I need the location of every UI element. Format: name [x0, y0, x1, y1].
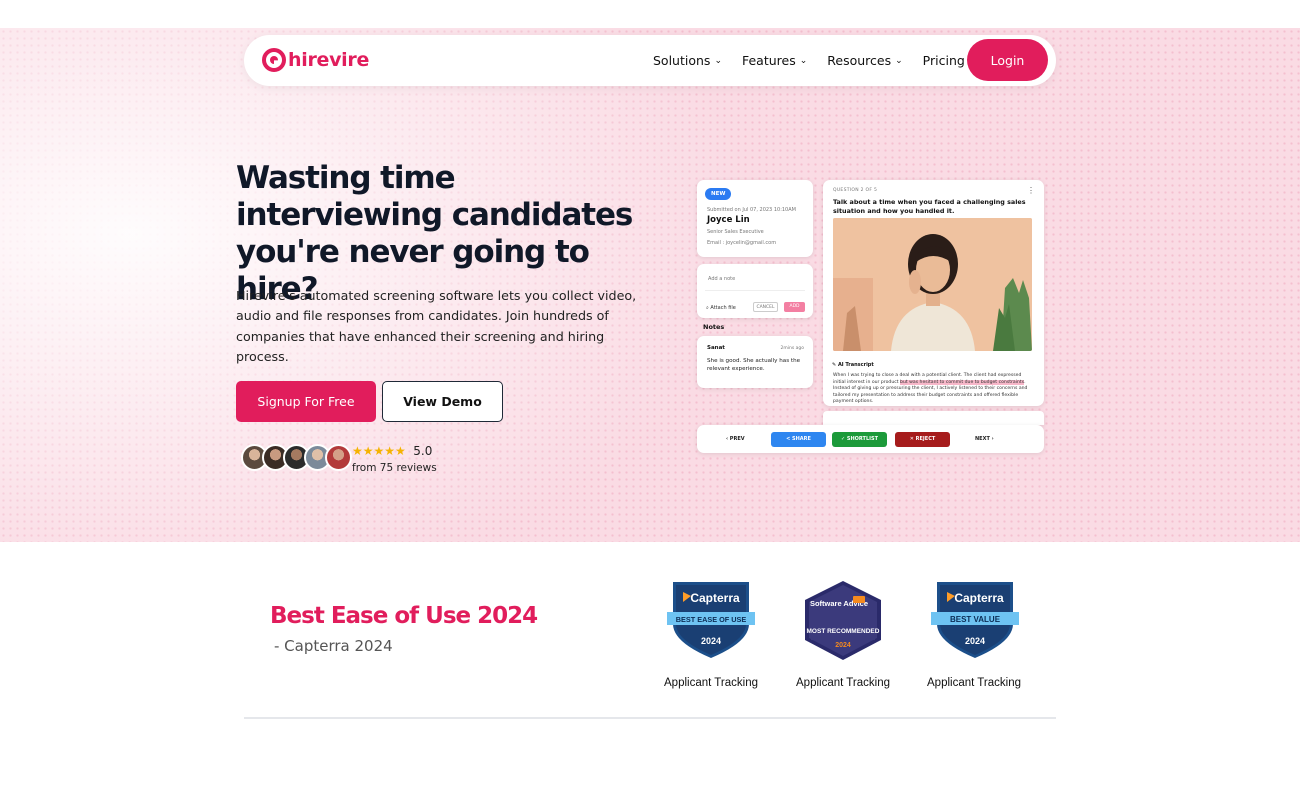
- badge-ribbon: BEST VALUE: [950, 615, 1001, 624]
- note-time: 2mins ago: [780, 346, 805, 351]
- badge-year: 2024: [701, 636, 721, 646]
- logo-wordmark: hirevire: [288, 49, 370, 71]
- badge-year: 2024: [835, 642, 851, 649]
- nav-pricing-label: Pricing: [922, 53, 965, 68]
- candidate-photo-illustration: [833, 218, 1032, 351]
- nav-resources-label: Resources: [827, 53, 892, 68]
- badge-brand: Capterra: [690, 591, 740, 605]
- attach-file-button[interactable]: ⌕ Attach file: [706, 305, 736, 311]
- share-label: SHARE: [792, 436, 811, 442]
- chevron-down-icon: ⌄: [799, 55, 808, 66]
- transcript-highlight: but was hesitant to commit due to budget…: [900, 379, 1025, 385]
- note-input[interactable]: Add a note: [705, 271, 805, 291]
- capterra-shield-icon: 2024 Capterra BEST EASE OF USE: [667, 582, 755, 658]
- badge-label: Applicant Tracking: [927, 677, 1021, 689]
- next-button[interactable]: NEXT ›: [975, 436, 994, 442]
- question-text: Talk about a time when you faced a chall…: [833, 198, 1026, 215]
- ai-transcript-label: ✎ AI Transcript: [832, 362, 874, 368]
- ai-transcript-text: AI Transcript: [837, 362, 874, 368]
- candidate-title: Senior Sales Executive: [707, 229, 764, 235]
- hero-subtext: Hirevire's automated screening software …: [236, 288, 637, 365]
- badge-brand: Capterra: [954, 591, 1004, 605]
- review-count: from 75 reviews: [352, 462, 437, 474]
- software-advice-badge: Software Advice MOST RECOMMENDED 2024: [795, 580, 891, 667]
- nav-solutions[interactable]: Solutions ⌄: [653, 53, 722, 68]
- question-card: QUESTION 2 OF 5 ⋮ Talk about a time when…: [823, 180, 1044, 406]
- reject-label: REJECT: [915, 436, 936, 442]
- award-subtitle: - Capterra 2024: [274, 637, 393, 655]
- login-button[interactable]: Login: [967, 39, 1048, 81]
- action-bar: ‹ PREV < SHARE ✓ SHORTLIST ✕ REJECT NEXT…: [697, 425, 1044, 453]
- award-title: Best Ease of Use 2024: [270, 603, 538, 629]
- badge-label: Applicant Tracking: [664, 677, 758, 689]
- chevron-down-icon: ⌄: [714, 55, 722, 66]
- nav-features[interactable]: Features ⌄: [742, 53, 807, 68]
- software-advice-hexagon-icon: Software Advice MOST RECOMMENDED 2024: [805, 581, 881, 660]
- logo-icon: [262, 48, 286, 72]
- candidate-name: Joyce Lin: [707, 215, 750, 225]
- section-divider: [244, 717, 1056, 719]
- note-cancel-button[interactable]: CANCEL: [753, 302, 778, 312]
- navbar: hirevire Solutions ⌄ Features ⌄ Resource…: [244, 35, 1056, 86]
- candidate-email: Email : joycelin@gmail.com: [707, 240, 777, 246]
- candidate-video[interactable]: [833, 218, 1032, 351]
- submitted-date: Submitted on Jul 07, 2023 10:10AM: [707, 207, 796, 213]
- signup-button[interactable]: Signup For Free: [236, 381, 376, 422]
- question-card-footer: [823, 411, 1044, 425]
- share-button[interactable]: < SHARE: [771, 432, 826, 447]
- note-item: Sanat 2mins ago She is good. She actuall…: [697, 336, 813, 388]
- shortlist-button[interactable]: ✓ SHORTLIST: [832, 432, 887, 447]
- candidate-card[interactable]: NEW Submitted on Jul 07, 2023 10:10AM Jo…: [697, 180, 813, 257]
- nav-pricing[interactable]: Pricing: [923, 53, 965, 68]
- shortlist-label: SHORTLIST: [846, 436, 879, 442]
- rating: ★★★★★ 5.0 from 75 reviews: [352, 442, 437, 474]
- capterra-shield-icon: Capterra BEST VALUE 2024: [931, 582, 1019, 658]
- badge-ribbon: BEST EASE OF USE: [676, 615, 747, 624]
- more-options-icon[interactable]: ⋮: [1027, 186, 1035, 195]
- nav-resources[interactable]: Resources ⌄: [827, 53, 902, 68]
- capterra-best-value-badge: Capterra BEST VALUE 2024: [927, 580, 1023, 665]
- badge-year: 2024: [965, 636, 985, 646]
- prev-button[interactable]: ‹ PREV: [726, 436, 745, 442]
- hirevire-logo[interactable]: hirevire: [262, 48, 369, 72]
- rating-score: 5.0: [413, 444, 433, 458]
- view-demo-button[interactable]: View Demo: [382, 381, 503, 422]
- note-author: Sanat: [707, 345, 725, 351]
- new-badge: NEW: [705, 188, 732, 200]
- attach-file-label: Attach file: [710, 305, 736, 311]
- add-note-card: Add a note ⌕ Attach file CANCEL ADD: [697, 264, 813, 318]
- reviewer-avatars: [241, 444, 352, 471]
- star-rating-icon: ★★★★★: [352, 444, 406, 458]
- nav-features-label: Features: [741, 53, 796, 68]
- avatar: [325, 444, 352, 471]
- chevron-down-icon: ⌄: [895, 55, 903, 66]
- badge-ribbon: MOST RECOMMENDED: [807, 628, 880, 635]
- note-text: She is good. She actually has the releva…: [707, 358, 801, 372]
- note-add-button[interactable]: ADD: [784, 302, 805, 312]
- badge-label: Applicant Tracking: [796, 677, 890, 689]
- nav-solutions-label: Solutions: [653, 53, 711, 68]
- question-counter: QUESTION 2 OF 5: [833, 188, 878, 193]
- ai-transcript: When I was trying to close a deal with a…: [833, 373, 1031, 406]
- capterra-ease-of-use-badge: 2024 Capterra BEST EASE OF USE: [663, 580, 759, 665]
- notes-heading: Notes: [703, 323, 725, 331]
- reject-button[interactable]: ✕ REJECT: [895, 432, 950, 447]
